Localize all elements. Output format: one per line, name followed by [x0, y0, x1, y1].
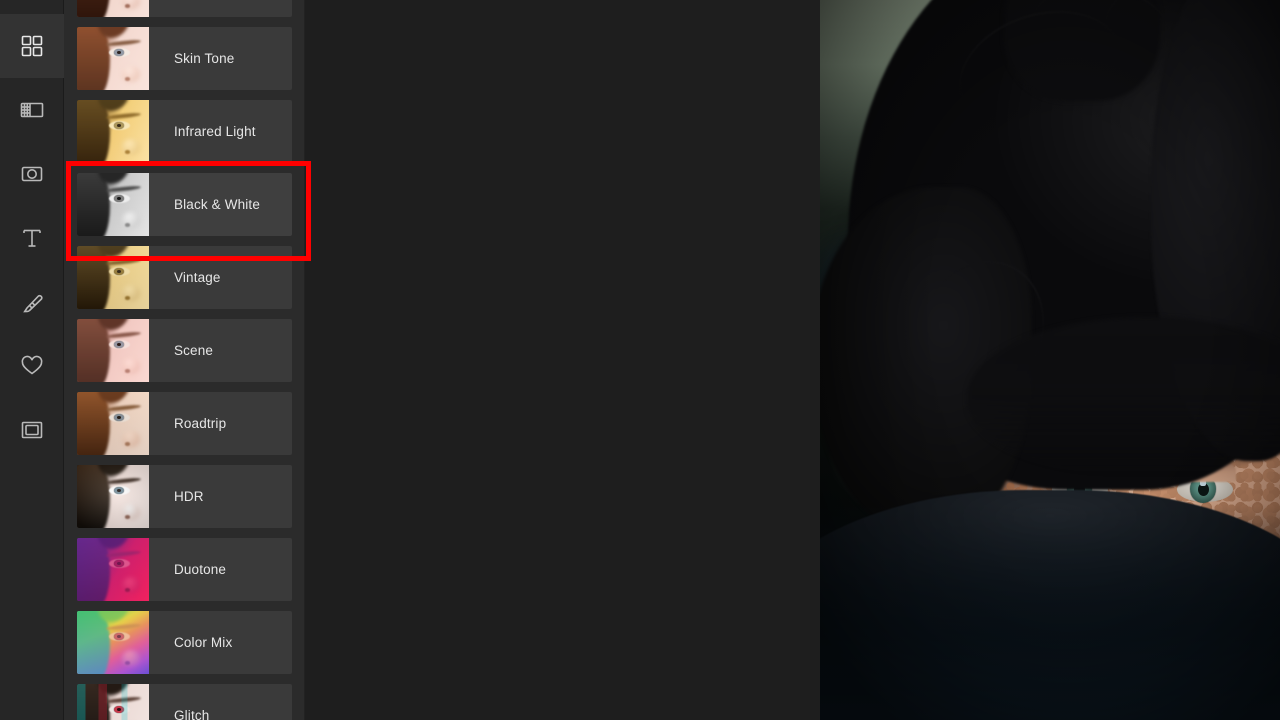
adjust-lens-icon: [19, 161, 45, 187]
presets-list: Skin Tone Infrared Light Black & White V…: [64, 0, 304, 720]
preset-row[interactable]: [77, 0, 292, 17]
preset-row[interactable]: Vintage: [77, 246, 292, 309]
heal-brush-icon: [19, 289, 45, 315]
preset-thumbnail: [77, 173, 149, 236]
preset-label: Duotone: [174, 562, 227, 577]
preset-row[interactable]: Infrared Light: [77, 100, 292, 163]
editor-canvas: [305, 0, 1280, 720]
tool-favorites[interactable]: [0, 334, 64, 398]
portrait-photo: [820, 0, 1280, 720]
preset-label: Infrared Light: [174, 124, 256, 139]
preset-thumbnail: [77, 392, 149, 455]
preset-label: Vintage: [174, 270, 221, 285]
preset-row[interactable]: Scene: [77, 319, 292, 382]
preset-label: Color Mix: [174, 635, 233, 650]
looks-grid-icon: [19, 33, 45, 59]
preset-label: HDR: [174, 489, 204, 504]
preset-row[interactable]: HDR: [77, 465, 292, 528]
preset-row[interactable]: Skin Tone: [77, 27, 292, 90]
tool-rail: [0, 0, 64, 720]
preset-label: Scene: [174, 343, 214, 358]
tool-heal[interactable]: [0, 270, 64, 334]
heart-icon: [19, 353, 45, 379]
preset-label: Glitch: [174, 708, 210, 720]
text-icon: [19, 225, 45, 251]
preset-thumbnail: [77, 465, 149, 528]
editor-window: Skin Tone Infrared Light Black & White V…: [0, 0, 1280, 720]
preset-row[interactable]: Color Mix: [77, 611, 292, 674]
tool-crop[interactable]: [0, 78, 64, 142]
preset-thumbnail: [77, 0, 149, 17]
frame-border-icon: [19, 417, 45, 443]
preset-thumbnail: [77, 100, 149, 163]
preset-thumbnail: [77, 319, 149, 382]
tool-border[interactable]: [0, 398, 64, 462]
preset-label: Roadtrip: [174, 416, 227, 431]
preset-thumbnail: [77, 538, 149, 601]
preset-thumbnail: [77, 27, 149, 90]
preset-thumbnail: [77, 611, 149, 674]
preset-thumbnail: [77, 246, 149, 309]
tool-text[interactable]: [0, 206, 64, 270]
crop-panels-icon: [19, 97, 45, 123]
preset-row-black-and-white[interactable]: Black & White: [77, 173, 292, 236]
tool-adjust[interactable]: [0, 142, 64, 206]
presets-panel[interactable]: Skin Tone Infrared Light Black & White V…: [64, 0, 305, 720]
preset-thumbnail: [77, 684, 149, 720]
preset-row[interactable]: Duotone: [77, 538, 292, 601]
preset-label: Black & White: [174, 197, 260, 212]
preset-row[interactable]: Roadtrip: [77, 392, 292, 455]
tool-looks[interactable]: [0, 14, 64, 78]
preset-label: Skin Tone: [174, 51, 235, 66]
preset-row[interactable]: Glitch: [77, 684, 292, 720]
